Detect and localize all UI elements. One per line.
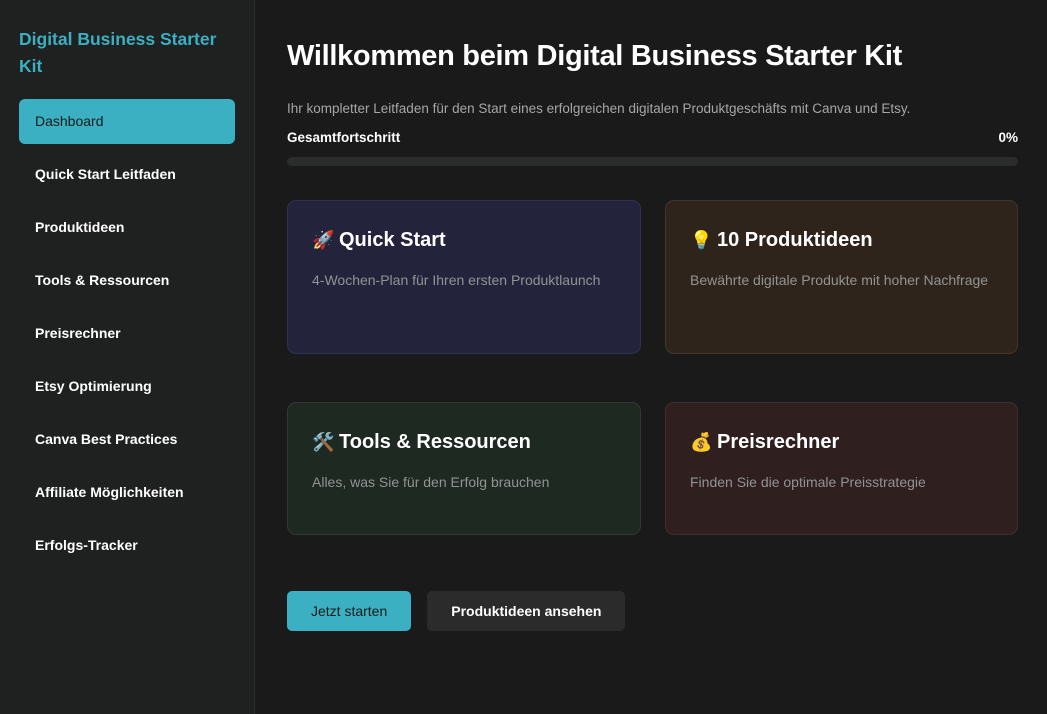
card-tools[interactable]: 🛠️ Tools & Ressourcen Alles, was Sie für… [287, 402, 641, 535]
sidebar-item-etsy[interactable]: Etsy Optimierung [19, 364, 235, 409]
progress-value: 0% [998, 130, 1018, 145]
sidebar-nav: Dashboard Quick Start Leitfaden Produkti… [19, 99, 235, 568]
progress-label: Gesamtfortschritt [287, 130, 401, 145]
card-description: Finden Sie die optimale Preisstrategie [690, 474, 926, 490]
card-produktideen[interactable]: 💡 10 Produktideen Bewährte digitale Prod… [665, 200, 1018, 354]
sidebar: Digital Business Starter Kit Dashboard Q… [0, 0, 255, 714]
card-title-text: 10 Produktideen [717, 229, 873, 251]
card-title-text: Quick Start [339, 229, 446, 251]
card-title: 🚀 Quick Start [312, 226, 616, 254]
card-title: 💡 10 Produktideen [690, 226, 993, 254]
card-quick-start[interactable]: 🚀 Quick Start 4-Wochen-Plan für Ihren er… [287, 200, 641, 354]
sidebar-item-produktideen[interactable]: Produktideen [19, 205, 235, 250]
card-description: Alles, was Sie für den Erfolg brauchen [312, 474, 550, 490]
sidebar-item-dashboard[interactable]: Dashboard [19, 99, 235, 144]
feature-cards: 🚀 Quick Start 4-Wochen-Plan für Ihren er… [287, 200, 1018, 535]
sidebar-item-preisrechner[interactable]: Preisrechner [19, 311, 235, 356]
money-bag-icon: 💰 [690, 432, 713, 452]
progress-header: Gesamtfortschritt 0% [287, 130, 1018, 145]
page-title: Willkommen beim Digital Business Starter… [287, 40, 903, 72]
progress-bar [287, 157, 1018, 166]
sidebar-item-quick-start[interactable]: Quick Start Leitfaden [19, 152, 235, 197]
card-title: 🛠️ Tools & Ressourcen [312, 428, 616, 456]
sidebar-item-tracker[interactable]: Erfolgs-Tracker [19, 523, 235, 568]
sidebar-item-tools[interactable]: Tools & Ressourcen [19, 258, 235, 303]
card-title-text: Tools & Ressourcen [339, 431, 531, 453]
tools-icon: 🛠️ [312, 432, 335, 452]
sidebar-item-affiliate[interactable]: Affiliate Möglichkeiten [19, 470, 235, 515]
main-content: Willkommen beim Digital Business Starter… [255, 0, 1047, 714]
card-title-text: Preisrechner [717, 431, 840, 453]
start-button[interactable]: Jetzt starten [287, 591, 412, 631]
app: Digital Business Starter Kit Dashboard Q… [0, 0, 1047, 714]
view-product-ideas-button[interactable]: Produktideen ansehen [427, 591, 626, 631]
app-brand: Digital Business Starter Kit [19, 29, 217, 76]
card-description: Bewährte digitale Produkte mit hoher Nac… [690, 272, 989, 288]
page-subtitle: Ihr kompletter Leitfaden für den Start e… [287, 101, 911, 116]
card-preisrechner[interactable]: 💰 Preisrechner Finden Sie die optimale P… [665, 402, 1018, 535]
card-title: 💰 Preisrechner [690, 428, 993, 456]
rocket-icon: 🚀 [312, 230, 335, 250]
card-description: 4-Wochen-Plan für Ihren ersten Produktla… [312, 272, 601, 288]
lightbulb-icon: 💡 [690, 230, 713, 250]
sidebar-item-canva[interactable]: Canva Best Practices [19, 417, 235, 462]
action-buttons: Jetzt starten Produktideen ansehen [287, 591, 1018, 631]
